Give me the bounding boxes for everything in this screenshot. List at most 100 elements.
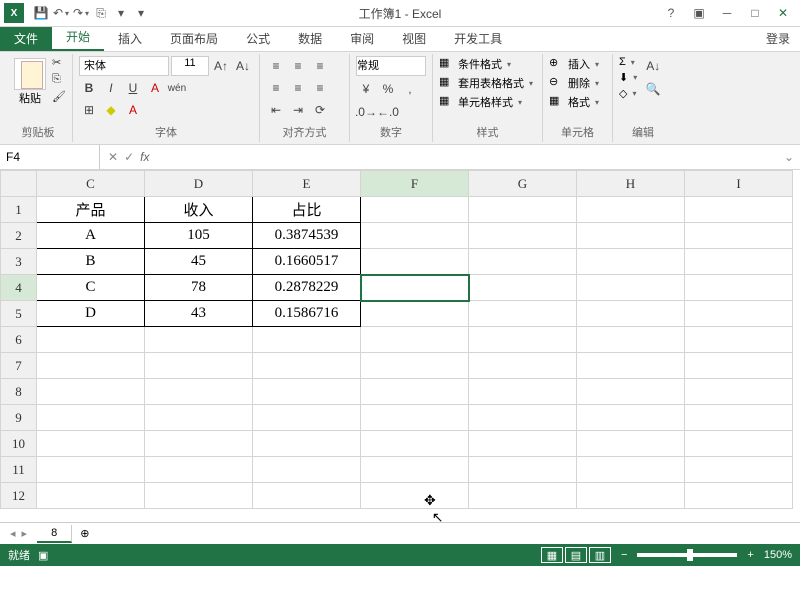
page-layout-icon[interactable]: ▤ (565, 547, 587, 563)
paste-qat-icon[interactable]: ▾ (132, 4, 150, 22)
tab-formula[interactable]: 公式 (232, 26, 284, 51)
cell-G8[interactable] (469, 379, 577, 405)
cell-G4[interactable] (469, 275, 577, 301)
number-format-select[interactable]: 常规 (356, 56, 426, 76)
cell-C12[interactable] (37, 483, 145, 509)
fill-icon[interactable]: ⬇ ▾ (619, 71, 637, 84)
font-name-select[interactable]: 宋体 (79, 56, 169, 76)
save-icon[interactable]: 💾 (32, 4, 50, 22)
currency-icon[interactable]: ¥ (356, 79, 376, 99)
tab-home[interactable]: 开始 (52, 24, 104, 51)
cell-E1[interactable]: 占比 (253, 197, 361, 223)
cell-H3[interactable] (577, 249, 685, 275)
cell-F8[interactable] (361, 379, 469, 405)
redo-icon[interactable]: ↷▾ (72, 4, 90, 22)
login-link[interactable]: 登录 (756, 26, 800, 51)
cell-F2[interactable] (361, 223, 469, 249)
table-format-button[interactable]: ▦套用表格格式▾ (439, 75, 533, 91)
cell-H11[interactable] (577, 457, 685, 483)
tab-dev[interactable]: 开发工具 (440, 26, 516, 51)
cell-D11[interactable] (145, 457, 253, 483)
cell-E6[interactable] (253, 327, 361, 353)
cell-C1[interactable]: 产品 (37, 197, 145, 223)
cell-D10[interactable] (145, 431, 253, 457)
cell-D8[interactable] (145, 379, 253, 405)
increase-font-icon[interactable]: A↑ (211, 56, 231, 76)
phonetic-button[interactable]: wén (167, 78, 187, 98)
row-header-7[interactable]: 7 (1, 353, 37, 379)
cell-E9[interactable] (253, 405, 361, 431)
select-all-corner[interactable] (1, 171, 37, 197)
cell-G9[interactable] (469, 405, 577, 431)
row-header-4[interactable]: 4 (1, 275, 37, 301)
cell-I12[interactable] (685, 483, 793, 509)
cell-D9[interactable] (145, 405, 253, 431)
cell-I11[interactable] (685, 457, 793, 483)
cell-D7[interactable] (145, 353, 253, 379)
cell-G12[interactable] (469, 483, 577, 509)
format-painter-icon[interactable]: 🖌 (52, 90, 66, 103)
clear-icon[interactable]: ◇ ▾ (619, 87, 637, 100)
align-left-icon[interactable]: ≡ (266, 78, 286, 98)
help-icon[interactable]: ? (658, 3, 684, 23)
cell-C2[interactable]: A (37, 223, 145, 249)
cell-F10[interactable] (361, 431, 469, 457)
cell-D3[interactable]: 45 (145, 249, 253, 275)
col-header-D[interactable]: D (145, 171, 253, 197)
insert-cells-button[interactable]: ⊕插入▾ (549, 56, 599, 72)
align-center-icon[interactable]: ≡ (288, 78, 308, 98)
cell-G11[interactable] (469, 457, 577, 483)
align-right-icon[interactable]: ≡ (310, 78, 330, 98)
copy-icon[interactable]: ⎘ (92, 4, 110, 22)
format-cells-button[interactable]: ▦格式▾ (549, 94, 599, 110)
cell-C10[interactable] (37, 431, 145, 457)
cut-icon[interactable]: ✂ (52, 56, 66, 69)
cell-D1[interactable]: 收入 (145, 197, 253, 223)
cell-H7[interactable] (577, 353, 685, 379)
cell-G10[interactable] (469, 431, 577, 457)
chevron-down-icon[interactable]: ▾ (112, 4, 130, 22)
cell-H5[interactable] (577, 301, 685, 327)
cell-I3[interactable] (685, 249, 793, 275)
row-header-5[interactable]: 5 (1, 301, 37, 327)
align-top-icon[interactable]: ≡ (266, 56, 286, 76)
find-icon[interactable]: 🔍 (643, 79, 663, 99)
cell-H6[interactable] (577, 327, 685, 353)
cell-I4[interactable] (685, 275, 793, 301)
autosum-icon[interactable]: Σ ▾ (619, 56, 637, 68)
underline-button[interactable]: U (123, 78, 143, 98)
cell-E10[interactable] (253, 431, 361, 457)
expand-formula-icon[interactable]: ⌄ (778, 150, 800, 164)
cell-C4[interactable]: C (37, 275, 145, 301)
cell-D12[interactable] (145, 483, 253, 509)
cell-I2[interactable] (685, 223, 793, 249)
cell-E11[interactable] (253, 457, 361, 483)
cell-H12[interactable] (577, 483, 685, 509)
col-header-G[interactable]: G (469, 171, 577, 197)
bold-button[interactable]: B (79, 78, 99, 98)
cell-F7[interactable] (361, 353, 469, 379)
copy-icon[interactable]: ⎘ (52, 73, 66, 86)
cell-F3[interactable] (361, 249, 469, 275)
cell-H1[interactable] (577, 197, 685, 223)
fx-icon[interactable]: fx (140, 150, 149, 164)
undo-icon[interactable]: ↶▾ (52, 4, 70, 22)
row-header-1[interactable]: 1 (1, 197, 37, 223)
cell-E5[interactable]: 0.1586716 (253, 301, 361, 327)
cell-G5[interactable] (469, 301, 577, 327)
font-color-icon[interactable]: A (145, 78, 165, 98)
cell-H9[interactable] (577, 405, 685, 431)
sheet-tab[interactable]: 8 (37, 525, 72, 543)
prev-sheet-icon[interactable]: ◂ (10, 527, 16, 540)
cell-I9[interactable] (685, 405, 793, 431)
cell-C3[interactable]: B (37, 249, 145, 275)
formula-input[interactable] (157, 145, 777, 169)
cell-E7[interactable] (253, 353, 361, 379)
cell-E8[interactable] (253, 379, 361, 405)
cell-F1[interactable] (361, 197, 469, 223)
cell-C11[interactable] (37, 457, 145, 483)
row-header-2[interactable]: 2 (1, 223, 37, 249)
col-header-I[interactable]: I (685, 171, 793, 197)
cell-I8[interactable] (685, 379, 793, 405)
cell-I1[interactable] (685, 197, 793, 223)
